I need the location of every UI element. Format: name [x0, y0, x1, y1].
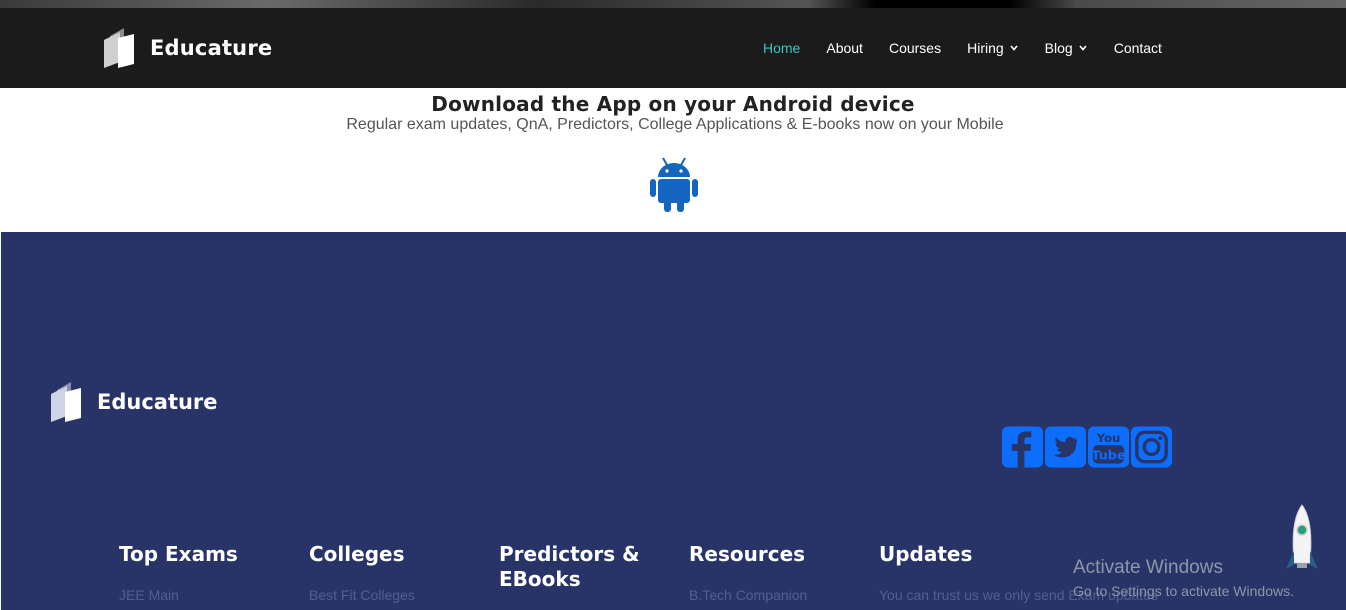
nav-courses-label: Courses — [888, 40, 942, 56]
nav-blog[interactable]: Blog — [1045, 40, 1088, 56]
promo-title: Download the App on your Android device — [431, 92, 915, 116]
footer-col-predictors: Predictors & EBooks — [499, 542, 689, 610]
android-icon[interactable] — [650, 156, 698, 212]
chevron-down-icon — [1010, 45, 1018, 51]
promo-subtitle: Regular exam updates, QnA, Predictors, C… — [346, 116, 1004, 133]
nav-home-label: Home — [763, 40, 801, 56]
chevron-down-icon — [1079, 45, 1087, 51]
svg-text:Tube: Tube — [1092, 448, 1126, 463]
instagram-icon[interactable] — [1130, 425, 1173, 469]
svg-text:You: You — [1096, 431, 1121, 445]
footer-brand-name: Educature — [97, 390, 218, 414]
main-nav: Home About Courses Hiring Blog Contact — [763, 40, 1162, 56]
footer-link: You can trust us we only send Exam updat… — [879, 587, 1158, 603]
site-footer: Educature You Tube Top Exams JEE Main Co… — [1, 232, 1346, 610]
footer-brand-link[interactable]: Educature — [51, 382, 218, 422]
footer-col-title: Resources — [689, 542, 806, 566]
nav-hiring-label: Hiring — [967, 40, 1004, 56]
footer-col-title: Updates — [879, 542, 973, 566]
book-logo-icon — [51, 382, 81, 422]
footer-col-updates: Updates You can trust us we only send Ex… — [879, 542, 1158, 610]
app-promo-section: Download the App on your Android device … — [0, 88, 1346, 232]
footer-col-title: Colleges — [309, 542, 405, 566]
footer-col-resources: Resources B.Tech Companion — [689, 542, 879, 610]
footer-col-top-exams: Top Exams JEE Main — [119, 542, 309, 610]
facebook-icon[interactable] — [1001, 425, 1044, 469]
top-strip — [0, 0, 1346, 8]
nav-contact-label: Contact — [1113, 40, 1162, 56]
social-links: You Tube — [1001, 425, 1173, 469]
footer-link[interactable]: JEE Main — [119, 587, 309, 603]
nav-blog-label: Blog — [1044, 40, 1073, 56]
watermark-title: Activate Windows — [1073, 557, 1223, 578]
youtube-icon[interactable]: You Tube — [1087, 425, 1130, 469]
navbar: Educature Home About Courses Hiring Blog… — [0, 8, 1346, 88]
scroll-to-top-rocket-icon[interactable] — [1282, 503, 1322, 589]
nav-courses[interactable]: Courses — [889, 40, 941, 56]
nav-about-label: About — [826, 40, 863, 56]
nav-about[interactable]: About — [826, 40, 863, 56]
brand-logo-link[interactable]: Educature — [104, 28, 272, 68]
footer-link[interactable]: B.Tech Companion — [689, 587, 879, 603]
nav-contact[interactable]: Contact — [1114, 40, 1162, 56]
footer-col-title: Predictors & EBooks — [499, 542, 640, 591]
book-logo-icon — [104, 28, 134, 68]
nav-hiring[interactable]: Hiring — [967, 40, 1019, 56]
footer-col-colleges: Colleges Best Fit Colleges — [309, 542, 499, 610]
footer-col-title: Top Exams — [119, 542, 238, 566]
watermark-subtitle: Go to Settings to activate Windows. — [1073, 583, 1294, 599]
nav-home[interactable]: Home — [763, 40, 800, 56]
brand-name: Educature — [150, 36, 273, 60]
activate-windows-watermark: Activate Windows Go to Settings to activ… — [1073, 557, 1294, 599]
twitter-icon[interactable] — [1044, 425, 1087, 469]
footer-columns: Top Exams JEE Main Colleges Best Fit Col… — [119, 542, 1158, 610]
footer-link[interactable]: Best Fit Colleges — [309, 587, 499, 603]
